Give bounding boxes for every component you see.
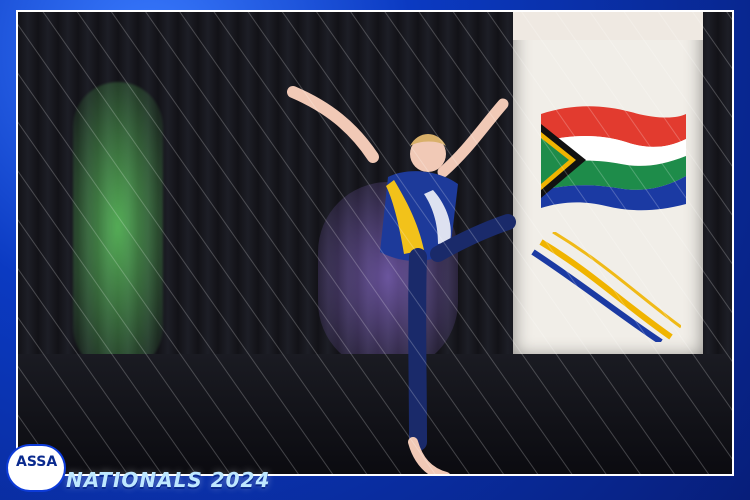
banner-header <box>513 12 703 40</box>
event-footer-title: NATIONALS 2024 <box>66 468 271 492</box>
assa-badge-icon: ASSA <box>8 446 64 490</box>
dancer-figure-icon <box>287 86 516 474</box>
banner-stripes-graphic <box>531 232 681 342</box>
south-africa-flag-icon <box>541 106 686 211</box>
stage-photo <box>16 10 734 476</box>
badge-text: ASSA <box>16 454 58 470</box>
nationals-banner <box>513 12 703 357</box>
green-spotlight <box>73 82 163 372</box>
